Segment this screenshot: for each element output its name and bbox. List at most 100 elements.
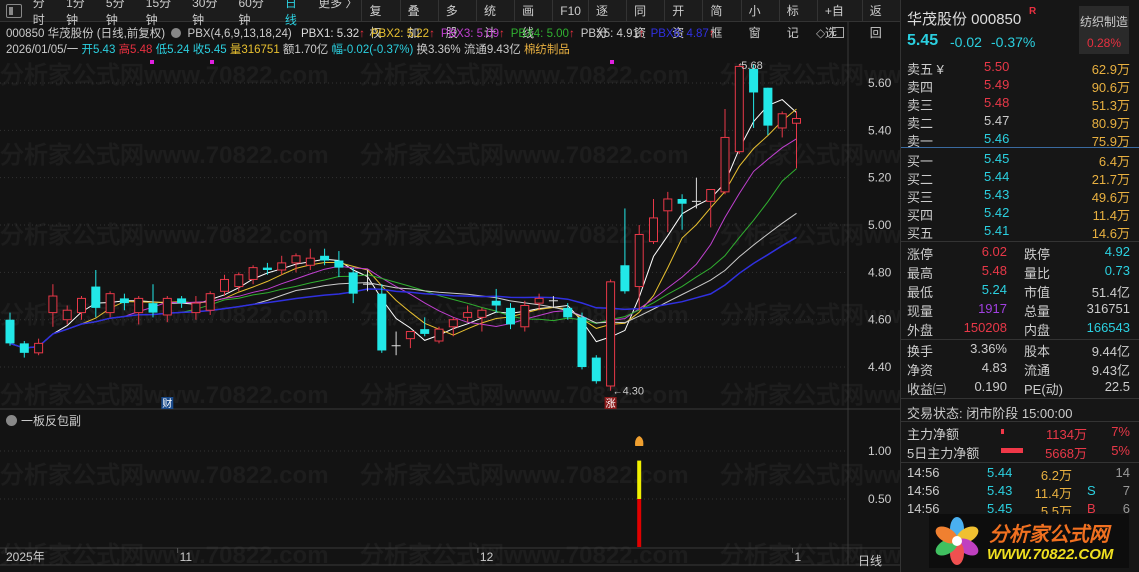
level-label: 卖三	[907, 98, 934, 113]
candle-body-up	[77, 297, 86, 314]
arrow-left-icon: ←	[613, 387, 623, 398]
sector-name: 纺织制造	[1079, 15, 1128, 29]
candle[interactable]	[262, 262, 272, 275]
candle[interactable]	[620, 208, 630, 294]
candle[interactable]	[191, 296, 201, 320]
level-price: 5.43	[984, 187, 1010, 202]
stat-label: 换手	[907, 344, 934, 359]
stat-label: 净资	[907, 363, 934, 378]
logo-url: WWW.70822.COM	[987, 546, 1114, 563]
candle[interactable]	[420, 317, 430, 337]
candle[interactable]	[763, 87, 773, 136]
money-flow-row: 5日主力净额 5668万 5%	[901, 443, 1139, 461]
flow-pct: 7%	[1111, 424, 1130, 439]
candle-body-down	[620, 265, 630, 292]
candle-body-up	[305, 257, 315, 266]
candle[interactable]	[148, 284, 158, 318]
candle[interactable]	[534, 293, 544, 311]
candle[interactable]	[520, 300, 530, 332]
candle[interactable]	[506, 303, 515, 330]
candle[interactable]	[591, 355, 601, 384]
y-tick-label: 4.60	[868, 313, 892, 327]
candle[interactable]	[19, 341, 29, 358]
candle-body-up	[520, 304, 530, 328]
candle[interactable]	[305, 248, 315, 270]
candle[interactable]	[706, 189, 716, 228]
candle-body-up	[134, 297, 144, 314]
level-volume: 11.4万	[1092, 208, 1130, 223]
kline-chart[interactable]: 5.605.405.205.004.804.604.405.68←4.30←财涨…	[0, 0, 900, 572]
candle[interactable]	[220, 274, 229, 297]
candle[interactable]	[105, 291, 115, 318]
candle[interactable]	[734, 64, 744, 155]
candle[interactable]	[634, 225, 644, 311]
stat-label: 内盘	[1024, 323, 1051, 338]
stat-label: 收益㈢	[907, 382, 947, 397]
candle[interactable]	[48, 284, 58, 327]
candle[interactable]	[391, 331, 401, 356]
sector-pct: 0.28%	[1086, 36, 1122, 50]
candle[interactable]	[663, 191, 673, 233]
candle[interactable]	[62, 305, 72, 325]
tick-volume: 11.4万	[1034, 486, 1072, 501]
candle[interactable]	[377, 284, 387, 353]
candle[interactable]	[5, 312, 15, 346]
stat-row: 最高 5.48 量比 0.73	[901, 263, 1139, 281]
x-tick-label: 11	[180, 550, 193, 564]
candle[interactable]	[77, 296, 86, 320]
tick-time: 14:56	[907, 465, 940, 480]
candle[interactable]	[119, 293, 129, 311]
stat-row: 涨停 6.02 跌停 4.92	[901, 244, 1139, 262]
candle-body-up	[734, 65, 744, 153]
stat-label: 总量	[1024, 304, 1051, 319]
candle[interactable]	[134, 296, 144, 325]
candle-body-down	[262, 267, 272, 270]
candle-body-up	[34, 342, 44, 354]
money-flow-row: 主力净额 1134万 7%	[901, 424, 1139, 442]
candle-body-up	[448, 319, 458, 328]
candle-body-down	[5, 319, 15, 344]
candle-body-up	[706, 189, 716, 202]
sub-indicator-name[interactable]: 一板反包副	[21, 412, 81, 429]
candle-body-down	[148, 303, 158, 313]
candle-body-down	[91, 286, 101, 308]
candle[interactable]	[177, 296, 187, 308]
candle[interactable]	[248, 265, 258, 285]
candle[interactable]	[606, 279, 616, 391]
candle[interactable]	[91, 269, 101, 318]
candle[interactable]	[577, 312, 587, 370]
candle-body-up	[606, 281, 616, 387]
logo-title: 分析家公式网	[989, 524, 1109, 546]
candle[interactable]	[405, 331, 415, 349]
candle[interactable]	[434, 326, 444, 344]
level-label: 卖四	[907, 80, 934, 95]
stat-value: 51.4亿	[1091, 285, 1130, 300]
candle[interactable]	[234, 272, 244, 292]
candle[interactable]	[162, 296, 172, 323]
trade-status-text: 交易状态: 闭市阶段 15:00:00	[907, 406, 1073, 421]
candle[interactable]	[491, 288, 501, 313]
level-volume: 90.6万	[1091, 80, 1130, 95]
candle[interactable]	[348, 267, 358, 304]
level-price: 5.50	[984, 59, 1010, 74]
chevron-down-icon[interactable]	[6, 415, 17, 426]
candle[interactable]	[649, 198, 658, 244]
stat-value: 4.92	[1104, 244, 1130, 259]
candle[interactable]	[34, 338, 44, 356]
order-book-row: 卖五 ¥ 5.50 62.9万	[901, 59, 1139, 77]
level-volume: 6.4万	[1098, 154, 1130, 169]
candle[interactable]	[777, 111, 787, 138]
y-tick-label: 5.00	[868, 218, 892, 232]
candle-body-up	[777, 113, 787, 129]
x-tick-label: 2025年	[6, 550, 45, 564]
stat-value: 150208	[963, 320, 1007, 335]
y-tick-label: 4.80	[868, 265, 892, 279]
candle[interactable]	[792, 111, 801, 169]
level-price: 5.49	[984, 77, 1010, 92]
candle[interactable]	[720, 109, 730, 195]
candle[interactable]	[334, 251, 344, 278]
tick-row: 14:56 5.43 11.4万 S 7	[901, 483, 1139, 501]
flow-bar	[1001, 448, 1023, 453]
sector-box[interactable]: 纺织制造 0.28%	[1079, 6, 1129, 54]
book-divider	[901, 147, 1139, 148]
